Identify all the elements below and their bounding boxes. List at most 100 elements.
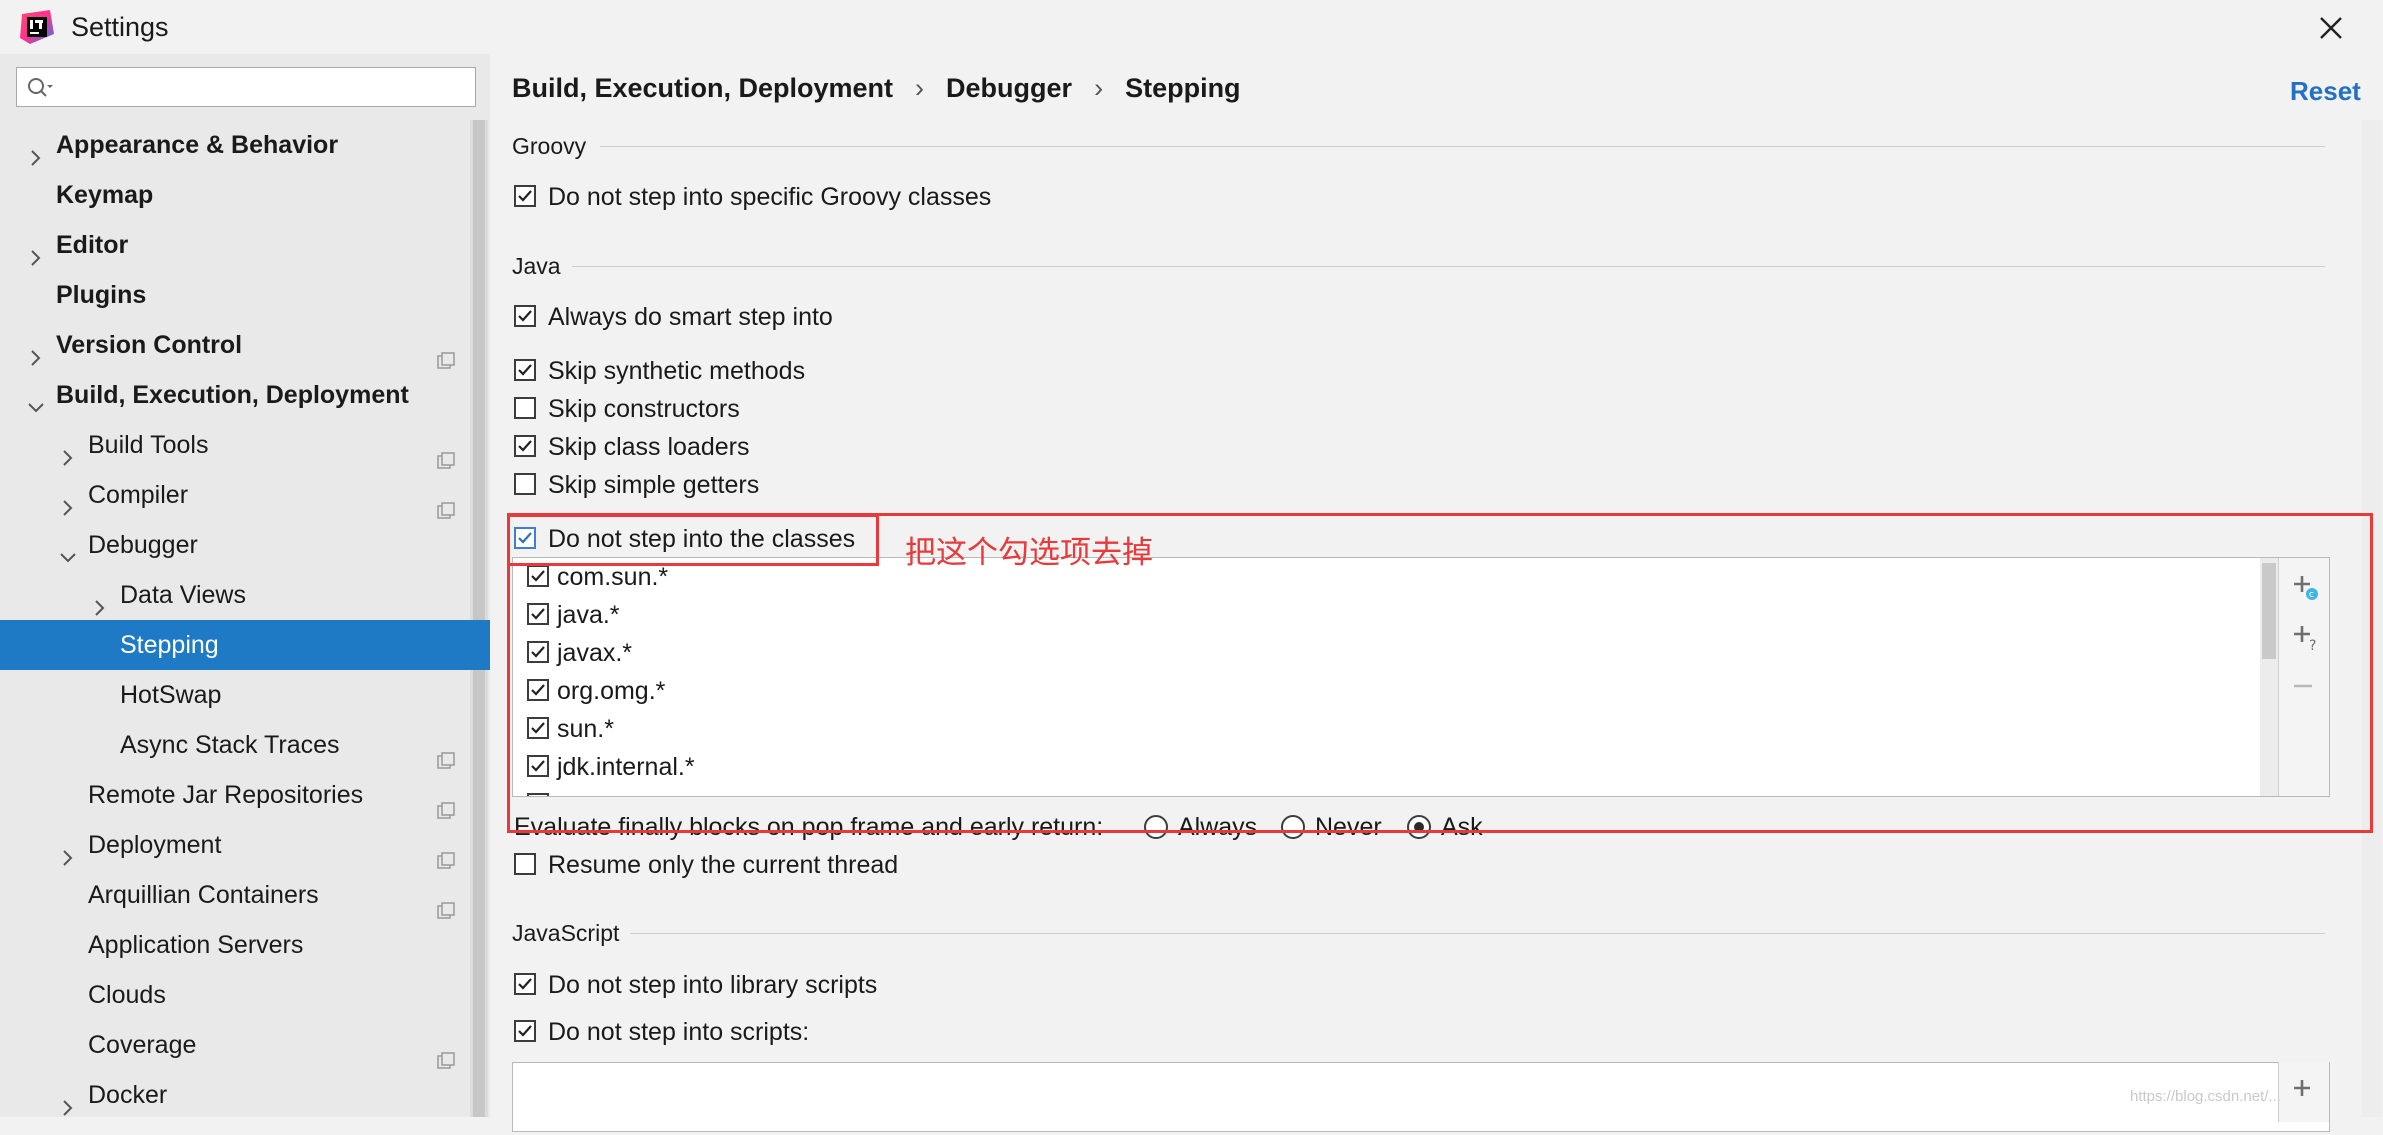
chevron-right-icon [58,835,78,866]
checkbox-checked-icon [514,1020,536,1042]
project-settings-icon [437,837,455,869]
scripts-list-toolbar [2278,1062,2329,1122]
checkbox-label: Skip synthetic methods [548,357,806,385]
sidebar-item-debugger[interactable]: Debugger [0,520,490,570]
chevron-right-icon [26,135,46,166]
sidebar-item-data-views[interactable]: Data Views [0,570,490,620]
sidebar-item-label: Remote Jar Repositories [88,781,364,809]
section-divider [600,146,2325,147]
project-settings-icon [437,437,455,469]
add-icon[interactable] [2284,1070,2324,1110]
annotation-note: 把这个勾选项去掉 [905,535,1153,570]
checkbox-label: Skip constructors [548,395,740,423]
checkbox-unchecked-icon [514,397,536,419]
sidebar-item-docker[interactable]: Docker [0,1070,490,1117]
sidebar-item-version-control[interactable]: Version Control [0,320,490,370]
chevron-right-icon [26,335,46,366]
chevron-right-icon [26,235,46,266]
sidebar-item-plugins[interactable]: Plugins [0,270,490,320]
breadcrumb: Build, Execution, Deployment › Debugger › St… [512,70,1241,106]
section-divider [630,933,2325,934]
chevron-right-icon [90,585,110,616]
checkbox-label: Do not step into specific Groovy classes [548,183,992,211]
project-settings-icon [437,487,455,519]
sidebar-item-hotswap[interactable]: HotSwap [0,670,490,720]
checkbox-label: Skip simple getters [548,471,760,499]
checkbox-checked-icon [514,305,536,327]
sidebar-item-editor[interactable]: Editor [0,220,490,270]
sidebar-item-label: HotSwap [120,681,222,709]
sidebar-item-appearance-behavior[interactable]: Appearance & Behavior [0,120,490,170]
checkbox-checked-icon [514,973,536,995]
sidebar-item-label: Async Stack Traces [120,731,340,759]
sidebar-item-label: Stepping [120,631,219,659]
chevron-right-icon [58,435,78,466]
sidebar-item-label: Compiler [88,481,189,509]
sidebar-item-coverage[interactable]: Coverage [0,1020,490,1070]
checkbox-label: Do not step into library scripts [548,971,878,999]
sidebar-item-label: Deployment [88,831,222,859]
settings-search-input[interactable] [16,67,476,107]
sidebar-item-label: Debugger [88,531,198,559]
sidebar-item-build-execution-deployment[interactable]: Build, Execution, Deployment [0,370,490,420]
breadcrumb-separator-icon: › [915,73,925,103]
project-settings-icon [437,1037,455,1069]
intellij-logo-icon [20,10,54,44]
project-settings-icon [437,887,455,919]
breadcrumb-separator-icon: › [1094,73,1104,103]
project-settings-icon [437,787,455,819]
breadcrumb-item: Stepping [1125,73,1241,103]
sidebar-item-label: Data Views [120,581,246,609]
sidebar-item-deployment[interactable]: Deployment [0,820,490,870]
sidebar-item-compiler[interactable]: Compiler [0,470,490,520]
search-icon [26,76,54,100]
breadcrumb-item: Build, Execution, Deployment [512,73,894,103]
chevron-right-icon [58,1085,78,1116]
sidebar-item-label: Coverage [88,1031,197,1059]
checkbox-label: Skip class loaders [548,433,750,461]
scripts-list[interactable] [512,1062,2330,1132]
section-title-javascript: JavaScript [512,920,620,946]
sidebar-item-label: Version Control [56,331,243,359]
sidebar-item-label: Application Servers [88,931,304,959]
reset-link[interactable]: Reset [2290,76,2361,107]
close-icon[interactable] [2311,8,2351,48]
sidebar-item-label: Docker [88,1081,168,1109]
sidebar-item-async-stack-traces[interactable]: Async Stack Traces [0,720,490,770]
section-title-java: Java [512,253,561,279]
chevron-right-icon [58,485,78,516]
sidebar-item-keymap[interactable]: Keymap [0,170,490,220]
sidebar-item-label: Keymap [56,181,154,209]
watermark-text: https://blog.csdn.net/... [2130,1088,2281,1105]
checkbox-checked-icon [514,359,536,381]
annotation-checkbox-highlight [507,514,879,566]
sidebar-item-label: Clouds [88,981,166,1009]
chevron-down-icon [58,535,78,563]
sidebar-item-label: Arquillian Containers [88,881,319,909]
checkbox-unchecked-icon [514,473,536,495]
sidebar-item-clouds[interactable]: Clouds [0,970,490,1020]
sidebar-item-stepping[interactable]: Stepping [0,620,490,670]
checkbox-label: Resume only the current thread [548,851,899,879]
checkbox-checked-icon [514,185,536,207]
section-divider [572,266,2325,267]
checkbox-label: Always do smart step into [548,303,833,331]
sidebar-item-arquillian-containers[interactable]: Arquillian Containers [0,870,490,920]
project-settings-icon [437,737,455,769]
window-title: Settings [71,12,169,42]
sidebar-item-application-servers[interactable]: Application Servers [0,920,490,970]
section-title-groovy: Groovy [512,133,587,159]
sidebar-item-label: Plugins [56,281,147,309]
sidebar-item-label: Build Tools [88,431,209,459]
breadcrumb-item: Debugger [946,73,1073,103]
chevron-down-icon [26,385,46,413]
sidebar-item-label: Build, Execution, Deployment [56,381,409,409]
sidebar-item-build-tools[interactable]: Build Tools [0,420,490,470]
checkbox-checked-icon [514,435,536,457]
checkbox-unchecked-icon [514,853,536,875]
checkbox-label: Do not step into scripts: [548,1018,810,1046]
sidebar-item-label: Appearance & Behavior [56,131,339,159]
sidebar-item-remote-jar-repositories[interactable]: Remote Jar Repositories [0,770,490,820]
sidebar-item-label: Editor [56,231,129,259]
title-bar [0,0,2383,54]
